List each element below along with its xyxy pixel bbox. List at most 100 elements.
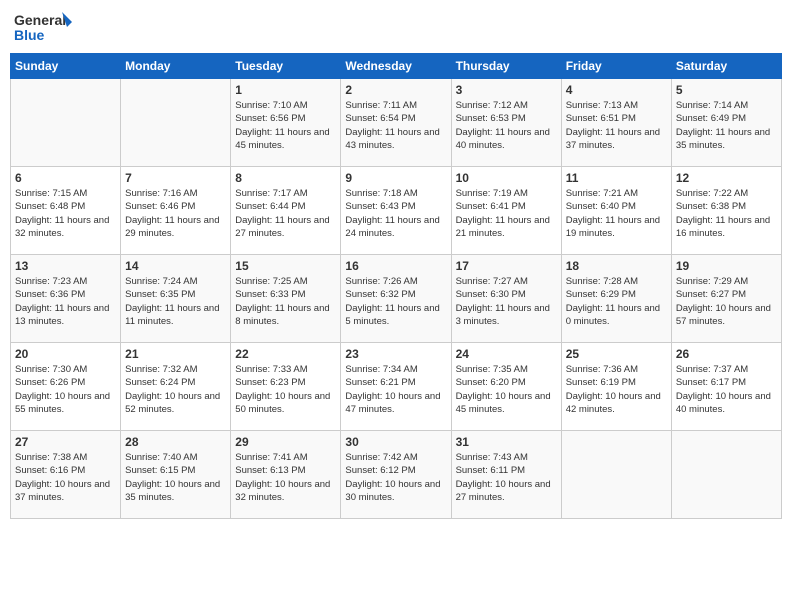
calendar-cell: 3Sunrise: 7:12 AM Sunset: 6:53 PM Daylig… <box>451 79 561 167</box>
day-info: Sunrise: 7:26 AM Sunset: 6:32 PM Dayligh… <box>345 275 446 328</box>
day-info: Sunrise: 7:25 AM Sunset: 6:33 PM Dayligh… <box>235 275 336 328</box>
calendar-cell: 22 Sunrise: 7:33 AM Sunset: 6:23 PM Dayli… <box>231 343 341 431</box>
calendar-cell <box>121 79 231 167</box>
day-number: 10 <box>456 171 557 185</box>
day-info: Sunrise: 7:28 AM Sunset: 6:29 PM Dayligh… <box>566 275 667 328</box>
day-number: 16 <box>345 259 446 273</box>
day-number: 9 <box>345 171 446 185</box>
day-number: 8 <box>235 171 336 185</box>
calendar-cell: 19 Sunrise: 7:29 AM Sunset: 6:27 PM Dayli… <box>671 255 781 343</box>
day-info: Sunrise: 7:37 AM Sunset: 6:17 PM Dayligh… <box>676 363 777 416</box>
calendar-cell <box>561 431 671 519</box>
day-number: 23 <box>345 347 446 361</box>
day-info: Sunrise: 7:23 AM Sunset: 6:36 PM Dayligh… <box>15 275 116 328</box>
header-cell-tuesday: Tuesday <box>231 54 341 79</box>
calendar-cell: 4Sunrise: 7:13 AM Sunset: 6:51 PM Daylig… <box>561 79 671 167</box>
day-number: 3 <box>456 83 557 97</box>
calendar-cell: 1 Sunrise: 7:10 AM Sunset: 6:56 PM Daylig… <box>231 79 341 167</box>
calendar-cell: 7 Sunrise: 7:16 AM Sunset: 6:46 PM Daylig… <box>121 167 231 255</box>
day-number: 25 <box>566 347 667 361</box>
calendar-cell: 28 Sunrise: 7:40 AM Sunset: 6:15 PM Dayli… <box>121 431 231 519</box>
calendar-cell: 27 Sunrise: 7:38 AM Sunset: 6:16 PM Dayli… <box>11 431 121 519</box>
calendar-cell: 26 Sunrise: 7:37 AM Sunset: 6:17 PM Dayli… <box>671 343 781 431</box>
day-info: Sunrise: 7:35 AM Sunset: 6:20 PM Dayligh… <box>456 363 557 416</box>
day-info: Sunrise: 7:43 AM Sunset: 6:11 PM Dayligh… <box>456 451 557 504</box>
day-info: Sunrise: 7:40 AM Sunset: 6:15 PM Dayligh… <box>125 451 226 504</box>
day-number: 6 <box>15 171 116 185</box>
day-number: 30 <box>345 435 446 449</box>
header-cell-monday: Monday <box>121 54 231 79</box>
calendar-cell: 23 Sunrise: 7:34 AM Sunset: 6:21 PM Dayli… <box>341 343 451 431</box>
day-number: 26 <box>676 347 777 361</box>
week-row-1: 6 Sunrise: 7:15 AM Sunset: 6:48 PM Daylig… <box>11 167 782 255</box>
calendar-cell <box>11 79 121 167</box>
calendar-cell: 30 Sunrise: 7:42 AM Sunset: 6:12 PM Dayli… <box>341 431 451 519</box>
day-number: 28 <box>125 435 226 449</box>
day-number: 29 <box>235 435 336 449</box>
calendar-cell: 5 Sunrise: 7:14 AM Sunset: 6:49 PM Daylig… <box>671 79 781 167</box>
day-number: 20 <box>15 347 116 361</box>
calendar-cell: 21 Sunrise: 7:32 AM Sunset: 6:24 PM Dayli… <box>121 343 231 431</box>
day-number: 27 <box>15 435 116 449</box>
day-number: 21 <box>125 347 226 361</box>
svg-text:Blue: Blue <box>14 27 45 43</box>
day-number: 17 <box>456 259 557 273</box>
day-info: Sunrise: 7:29 AM Sunset: 6:27 PM Dayligh… <box>676 275 777 328</box>
calendar-table: SundayMondayTuesdayWednesdayThursdayFrid… <box>10 53 782 519</box>
day-info: Sunrise: 7:18 AM Sunset: 6:43 PM Dayligh… <box>345 187 446 240</box>
day-info: Sunrise: 7:24 AM Sunset: 6:35 PM Dayligh… <box>125 275 226 328</box>
calendar-cell: 10 Sunrise: 7:19 AM Sunset: 6:41 PM Dayli… <box>451 167 561 255</box>
day-info: Sunrise: 7:34 AM Sunset: 6:21 PM Dayligh… <box>345 363 446 416</box>
header-cell-friday: Friday <box>561 54 671 79</box>
day-number: 24 <box>456 347 557 361</box>
calendar-cell: 18 Sunrise: 7:28 AM Sunset: 6:29 PM Dayli… <box>561 255 671 343</box>
day-number: 4 <box>566 83 667 97</box>
calendar-cell: 14 Sunrise: 7:24 AM Sunset: 6:35 PM Dayli… <box>121 255 231 343</box>
day-info: Sunrise: 7:36 AM Sunset: 6:19 PM Dayligh… <box>566 363 667 416</box>
calendar-cell: 15 Sunrise: 7:25 AM Sunset: 6:33 PM Dayli… <box>231 255 341 343</box>
day-info: Sunrise: 7:15 AM Sunset: 6:48 PM Dayligh… <box>15 187 116 240</box>
day-info: Sunrise: 7:27 AM Sunset: 6:30 PM Dayligh… <box>456 275 557 328</box>
day-number: 14 <box>125 259 226 273</box>
day-number: 11 <box>566 171 667 185</box>
day-info: Sunrise: 7:16 AM Sunset: 6:46 PM Dayligh… <box>125 187 226 240</box>
day-info: Sunrise: 7:19 AM Sunset: 6:41 PM Dayligh… <box>456 187 557 240</box>
week-row-3: 20 Sunrise: 7:30 AM Sunset: 6:26 PM Dayli… <box>11 343 782 431</box>
day-number: 31 <box>456 435 557 449</box>
calendar-cell: 6 Sunrise: 7:15 AM Sunset: 6:48 PM Daylig… <box>11 167 121 255</box>
day-info: Sunrise: 7:32 AM Sunset: 6:24 PM Dayligh… <box>125 363 226 416</box>
page-header: GeneralBlue <box>10 10 782 45</box>
day-info: Sunrise: 7:11 AM Sunset: 6:54 PM Dayligh… <box>345 99 446 152</box>
day-number: 1 <box>235 83 336 97</box>
day-info: Sunrise: 7:38 AM Sunset: 6:16 PM Dayligh… <box>15 451 116 504</box>
calendar-cell: 24 Sunrise: 7:35 AM Sunset: 6:20 PM Dayli… <box>451 343 561 431</box>
day-info: Sunrise: 7:41 AM Sunset: 6:13 PM Dayligh… <box>235 451 336 504</box>
calendar-cell: 12Sunrise: 7:22 AM Sunset: 6:38 PM Dayli… <box>671 167 781 255</box>
week-row-2: 13 Sunrise: 7:23 AM Sunset: 6:36 PM Dayli… <box>11 255 782 343</box>
day-info: Sunrise: 7:10 AM Sunset: 6:56 PM Dayligh… <box>235 99 336 152</box>
header-cell-saturday: Saturday <box>671 54 781 79</box>
week-row-4: 27 Sunrise: 7:38 AM Sunset: 6:16 PM Dayli… <box>11 431 782 519</box>
svg-text:General: General <box>14 12 66 28</box>
calendar-cell: 13 Sunrise: 7:23 AM Sunset: 6:36 PM Dayli… <box>11 255 121 343</box>
day-number: 7 <box>125 171 226 185</box>
day-number: 18 <box>566 259 667 273</box>
day-info: Sunrise: 7:33 AM Sunset: 6:23 PM Dayligh… <box>235 363 336 416</box>
day-info: Sunrise: 7:21 AM Sunset: 6:40 PM Dayligh… <box>566 187 667 240</box>
day-info: Sunrise: 7:17 AM Sunset: 6:44 PM Dayligh… <box>235 187 336 240</box>
day-number: 19 <box>676 259 777 273</box>
day-number: 5 <box>676 83 777 97</box>
header-cell-sunday: Sunday <box>11 54 121 79</box>
calendar-cell: 25 Sunrise: 7:36 AM Sunset: 6:19 PM Dayli… <box>561 343 671 431</box>
day-info: Sunrise: 7:30 AM Sunset: 6:26 PM Dayligh… <box>15 363 116 416</box>
day-info: Sunrise: 7:14 AM Sunset: 6:49 PM Dayligh… <box>676 99 777 152</box>
logo: GeneralBlue <box>14 10 74 45</box>
day-number: 15 <box>235 259 336 273</box>
header-cell-thursday: Thursday <box>451 54 561 79</box>
day-number: 13 <box>15 259 116 273</box>
calendar-cell: 2Sunrise: 7:11 AM Sunset: 6:54 PM Daylig… <box>341 79 451 167</box>
calendar-cell: 9 Sunrise: 7:18 AM Sunset: 6:43 PM Daylig… <box>341 167 451 255</box>
day-number: 22 <box>235 347 336 361</box>
day-number: 12 <box>676 171 777 185</box>
day-info: Sunrise: 7:42 AM Sunset: 6:12 PM Dayligh… <box>345 451 446 504</box>
